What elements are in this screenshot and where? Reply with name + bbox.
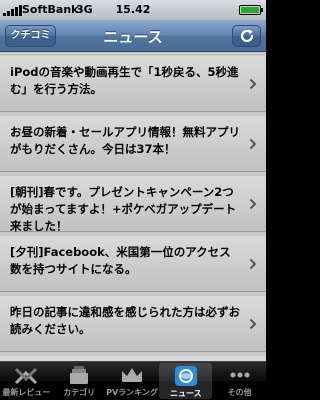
chevron-right-icon	[249, 138, 257, 150]
news-list-item[interactable]: [夕刊]Facebook、米国第一位のアクセス数を持つサイトになる。	[0, 236, 266, 292]
tab-label: 最新レビュー	[2, 388, 51, 397]
news-item-title: iPodの音楽や動画再生で「1秒戻る、5秒進む」を行う方法。	[10, 65, 239, 96]
battery-icon	[239, 5, 263, 15]
tab-crown[interactable]: PVランキング	[106, 362, 159, 400]
news-list-item[interactable]: 昨日の記事に違和感を感じられた方は必ずお読みください。	[0, 296, 266, 352]
chevron-right-icon	[249, 318, 257, 330]
navigation-bar: クチコミ ニュース	[0, 20, 266, 52]
chevron-right-icon	[249, 78, 257, 90]
tab-label: PVランキング	[106, 388, 158, 397]
news-item-title: お昼の新着・セールアプリ情報！無料アプリがもりだくさん。今日は37本！	[10, 125, 240, 156]
tab-bar: 最新レビュー カテゴリ PVランキング ニュース その他	[0, 361, 266, 400]
news-item-title: [朝刊]春です。プレゼントキャンペーン2つが始まってますよ！+ポケベガアップデー…	[10, 185, 237, 233]
news-list-item[interactable]: iPodの音楽や動画再生で「1秒戻る、5秒進む」を行う方法。	[0, 56, 266, 112]
more-icon	[230, 372, 250, 378]
chevron-right-icon	[249, 258, 257, 270]
tab-label: ニュース	[169, 389, 202, 398]
news-item-title: 昨日の記事に違和感を感じられた方は必ずお読みください。	[10, 305, 240, 336]
refresh-button[interactable]	[232, 25, 261, 47]
tab-more[interactable]: その他	[213, 362, 266, 400]
news-list-item[interactable]: お昼の新着・セールアプリ情報！無料アプリがもりだくさん。今日は37本！	[0, 116, 266, 172]
page-title: ニュース	[103, 28, 163, 46]
clock: 15.42	[115, 3, 151, 16]
news-list-item[interactable]: [朝刊]春です。プレゼントキャンペーン2つが始まってますよ！+ポケベガアップデー…	[0, 176, 266, 233]
tab-label: カテゴリ	[63, 388, 96, 397]
tab-review[interactable]: 最新レビュー	[0, 362, 53, 400]
news-icon	[174, 366, 197, 386]
tab-label: その他	[227, 388, 252, 397]
crown-icon	[121, 368, 142, 382]
category-icon	[70, 366, 89, 384]
news-list: iPodの音楽や動画再生で「1秒戻る、5秒進む」を行う方法。 お昼の新着・セールア…	[0, 52, 266, 361]
chevron-right-icon	[249, 198, 257, 210]
tab-category[interactable]: カテゴリ	[53, 362, 106, 400]
review-icon	[15, 367, 38, 385]
status-bar: SoftBank 3G 15.42	[0, 0, 266, 20]
news-item-title: [夕刊]Facebook、米国第一位のアクセス数を持つサイトになる。	[10, 245, 231, 276]
refresh-icon	[240, 29, 253, 43]
tab-news[interactable]: ニュース	[159, 363, 213, 399]
